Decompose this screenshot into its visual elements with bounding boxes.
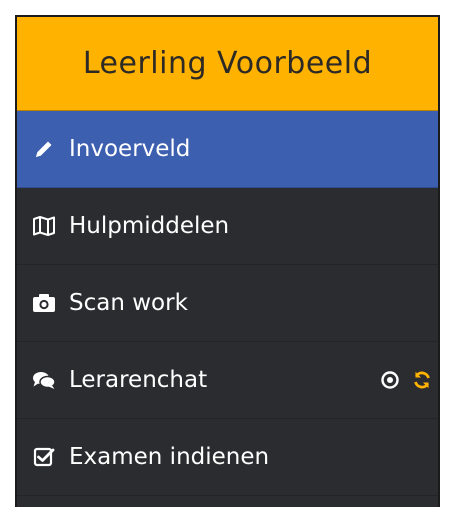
chat-status-indicators	[380, 342, 432, 418]
pencil-icon	[31, 136, 57, 162]
menu-item-examen-indienen[interactable]: Examen indienen	[17, 419, 438, 496]
chat-bubbles-icon	[31, 367, 57, 393]
menu-item-hulpmiddelen[interactable]: Hulpmiddelen	[17, 188, 438, 265]
sidebar: Leerling Voorbeeld Invoerveld Hulpmiddel…	[15, 15, 440, 507]
dot-circle-icon	[380, 370, 400, 390]
menu-item-label: Examen indienen	[69, 444, 270, 470]
sync-icon[interactable]	[412, 370, 432, 390]
sidebar-header: Leerling Voorbeeld	[17, 17, 438, 111]
student-name: Leerling Voorbeeld	[82, 46, 373, 81]
menu-item-lerarenchat[interactable]: Lerarenchat	[17, 342, 438, 419]
checkbox-icon	[31, 444, 57, 470]
camera-icon	[31, 290, 57, 316]
map-icon	[31, 213, 57, 239]
menu-item-label: Lerarenchat	[69, 367, 208, 393]
menu-item-label: Invoerveld	[69, 136, 191, 162]
menu-item-scan-work[interactable]: Scan work	[17, 265, 438, 342]
menu-item-invoerveld[interactable]: Invoerveld	[17, 111, 438, 188]
menu-item-label: Scan work	[69, 290, 188, 316]
menu-item-label: Hulpmiddelen	[69, 213, 230, 239]
sidebar-menu: Invoerveld Hulpmiddelen Scan work Lerare…	[17, 111, 438, 496]
